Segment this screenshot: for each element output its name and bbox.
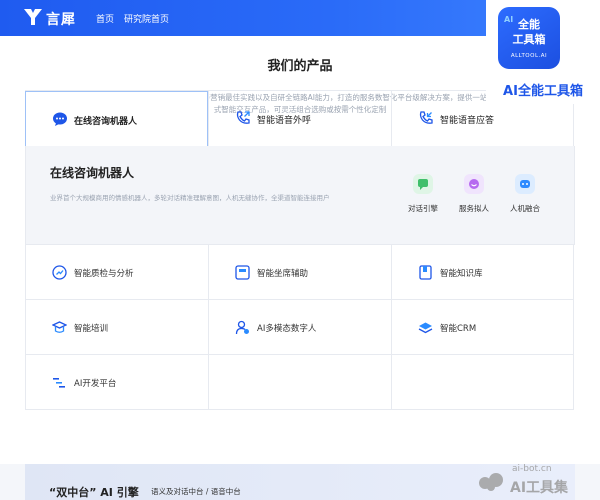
badge-line3: ALLTOOL.AI (510, 53, 548, 59)
nav-institute-link[interactable]: 研究院首页 (124, 12, 169, 25)
human-machine-icon (515, 174, 535, 194)
product-ai-dev-platform[interactable]: AI开发平台 (25, 355, 208, 410)
chat-bubble-icon (53, 112, 67, 126)
tab-label: 智能语音外呼 (257, 116, 312, 126)
product-crm[interactable]: 智能CRM (391, 300, 574, 355)
product-detail-panel: 在线咨询机器人 业界首个大规模商用的情感机器人，多轮对话精准理解意图，人机无缝协… (25, 146, 575, 244)
product-label: 智能培训 (74, 324, 109, 334)
empty-cell (208, 355, 391, 410)
engine-subtitle: 语义及对话中台 / 语音中台 (151, 487, 241, 496)
dev-platform-icon (53, 378, 65, 388)
product-knowledge-base[interactable]: 智能知识库 (391, 245, 574, 300)
tab-voice-outbound[interactable]: 智能语音外呼 (208, 91, 391, 147)
badge-line1: 全能 (518, 18, 540, 31)
empty-cell (391, 355, 574, 410)
nav-home-link[interactable]: 首页 (96, 12, 114, 25)
tab-online-chatbot[interactable]: 在线咨询机器人 (25, 91, 208, 147)
product-label: AI多模态数字人 (257, 324, 317, 334)
product-grid: 智能质检与分析 智能坐席辅助 智能知识库 智能培训 AI多模态数字人 智能CRM… (25, 244, 575, 410)
watermark: ai-bot.cn AI工具集 (472, 462, 600, 500)
product-agent-assist[interactable]: 智能坐席辅助 (208, 245, 391, 300)
product-quality-analysis[interactable]: 智能质检与分析 (25, 245, 208, 300)
detail-title: 在线咨询机器人 (50, 166, 135, 180)
feature-label: 人机融合 (510, 204, 540, 213)
phone-outgoing-icon (236, 111, 250, 124)
logo-icon (24, 9, 42, 25)
quality-check-icon (52, 265, 67, 280)
product-digital-human[interactable]: AI多模态数字人 (208, 300, 391, 355)
training-icon (52, 321, 67, 333)
engine-title: “双中台” AI 引擎 (49, 486, 139, 499)
feature-human-machine: 人机融合 (495, 174, 555, 214)
alltool-badge: AI 全能 工具箱 ALLTOOL.AI AI全能工具箱 (486, 0, 600, 104)
knowledge-base-icon (419, 265, 432, 280)
watermark-name: AI工具集 (510, 480, 569, 496)
product-label: 智能坐席辅助 (257, 269, 309, 279)
brand-name[interactable]: 言犀 (46, 9, 76, 29)
watermark-url: ai-bot.cn (512, 464, 552, 474)
badge-text: AI全能工具箱 (503, 84, 583, 99)
product-training[interactable]: 智能培训 (25, 300, 208, 355)
product-label: 智能知识库 (440, 269, 483, 279)
badge-line2: 工具箱 (512, 33, 546, 46)
agent-assist-icon (235, 265, 250, 280)
humanlike-service-icon (464, 174, 484, 194)
dialog-engine-icon (413, 174, 433, 194)
product-label: 智能质检与分析 (74, 269, 134, 279)
digital-human-icon (235, 320, 249, 335)
alltool-logo: AI 全能 工具箱 ALLTOOL.AI (498, 7, 560, 69)
crm-icon (418, 322, 433, 334)
product-label: 智能CRM (440, 324, 477, 334)
detail-description: 业界首个大规模商用的情感机器人，多轮对话精准理解意图，人机无缝协作，全渠道智能连… (50, 194, 330, 202)
watermark-logo-icon (479, 473, 503, 491)
tab-label: 智能语音应答 (440, 116, 495, 126)
tab-label: 在线咨询机器人 (74, 117, 138, 127)
phone-incoming-icon (419, 111, 433, 124)
product-label: AI开发平台 (74, 379, 117, 389)
